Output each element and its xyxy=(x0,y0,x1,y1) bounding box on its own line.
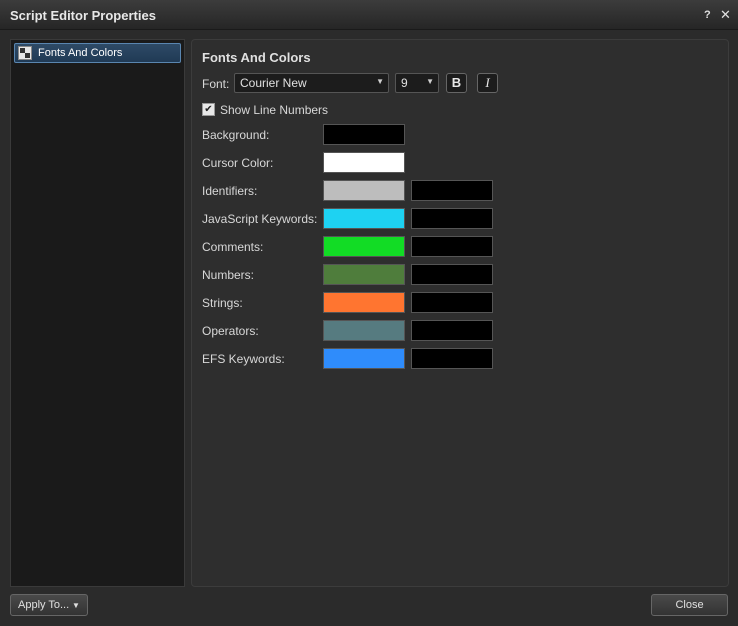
foreground-color-swatch[interactable] xyxy=(323,348,405,369)
background-color-swatch[interactable] xyxy=(411,236,493,257)
font-family-dropdown[interactable]: Courier New ▼ xyxy=(234,73,389,93)
foreground-color-swatch[interactable] xyxy=(323,152,405,173)
close-button[interactable]: Close xyxy=(651,594,728,616)
background-color-swatch[interactable] xyxy=(411,292,493,313)
apply-to-label: Apply To... xyxy=(18,599,70,611)
color-row-label: Identifiers: xyxy=(202,184,258,198)
chevron-down-icon: ▼ xyxy=(426,77,434,86)
bold-button[interactable]: B xyxy=(446,73,467,93)
sidebar-item-fonts-and-colors[interactable]: Fonts And Colors xyxy=(14,43,181,63)
background-color-swatch[interactable] xyxy=(411,208,493,229)
foreground-color-swatch[interactable] xyxy=(323,264,405,285)
color-row-label: Cursor Color: xyxy=(202,156,274,170)
window-title: Script Editor Properties xyxy=(10,8,156,23)
fonts-colors-icon xyxy=(18,46,32,60)
color-row-label: JavaScript Keywords: xyxy=(202,212,318,226)
foreground-color-swatch[interactable] xyxy=(323,124,405,145)
foreground-color-swatch[interactable] xyxy=(323,180,405,201)
settings-panel: Fonts And Colors Font: Courier New ▼ 9 ▼… xyxy=(191,39,729,587)
font-size-value: 9 xyxy=(401,76,408,90)
color-row-label: EFS Keywords: xyxy=(202,352,285,366)
background-color-swatch[interactable] xyxy=(411,180,493,201)
font-family-value: Courier New xyxy=(240,76,307,90)
sidebar: Fonts And Colors xyxy=(10,39,185,587)
foreground-color-swatch[interactable] xyxy=(323,208,405,229)
color-row-label: Operators: xyxy=(202,324,259,338)
chevron-down-icon: ▼ xyxy=(376,77,384,86)
foreground-color-swatch[interactable] xyxy=(323,292,405,313)
font-label: Font: xyxy=(202,77,230,91)
font-size-dropdown[interactable]: 9 ▼ xyxy=(395,73,439,93)
italic-button[interactable]: I xyxy=(477,73,498,93)
apply-to-button[interactable]: Apply To... ▼ xyxy=(10,594,88,616)
background-color-swatch[interactable] xyxy=(411,320,493,341)
help-icon[interactable]: ? xyxy=(704,9,711,21)
title-bar: Script Editor Properties ? ✕ xyxy=(0,0,738,30)
foreground-color-swatch[interactable] xyxy=(323,236,405,257)
show-line-numbers-checkbox[interactable]: ✔ xyxy=(202,103,215,116)
color-row-label: Strings: xyxy=(202,296,243,310)
show-line-numbers-label: Show Line Numbers xyxy=(220,103,329,117)
background-color-swatch[interactable] xyxy=(411,264,493,285)
close-icon[interactable]: ✕ xyxy=(720,7,731,23)
section-title: Fonts And Colors xyxy=(202,50,311,65)
color-row-label: Comments: xyxy=(202,240,264,254)
chevron-down-icon: ▼ xyxy=(72,601,80,610)
color-row-label: Numbers: xyxy=(202,268,255,282)
background-color-swatch[interactable] xyxy=(411,348,493,369)
color-row-label: Background: xyxy=(202,128,270,142)
sidebar-item-label: Fonts And Colors xyxy=(38,47,123,59)
foreground-color-swatch[interactable] xyxy=(323,320,405,341)
